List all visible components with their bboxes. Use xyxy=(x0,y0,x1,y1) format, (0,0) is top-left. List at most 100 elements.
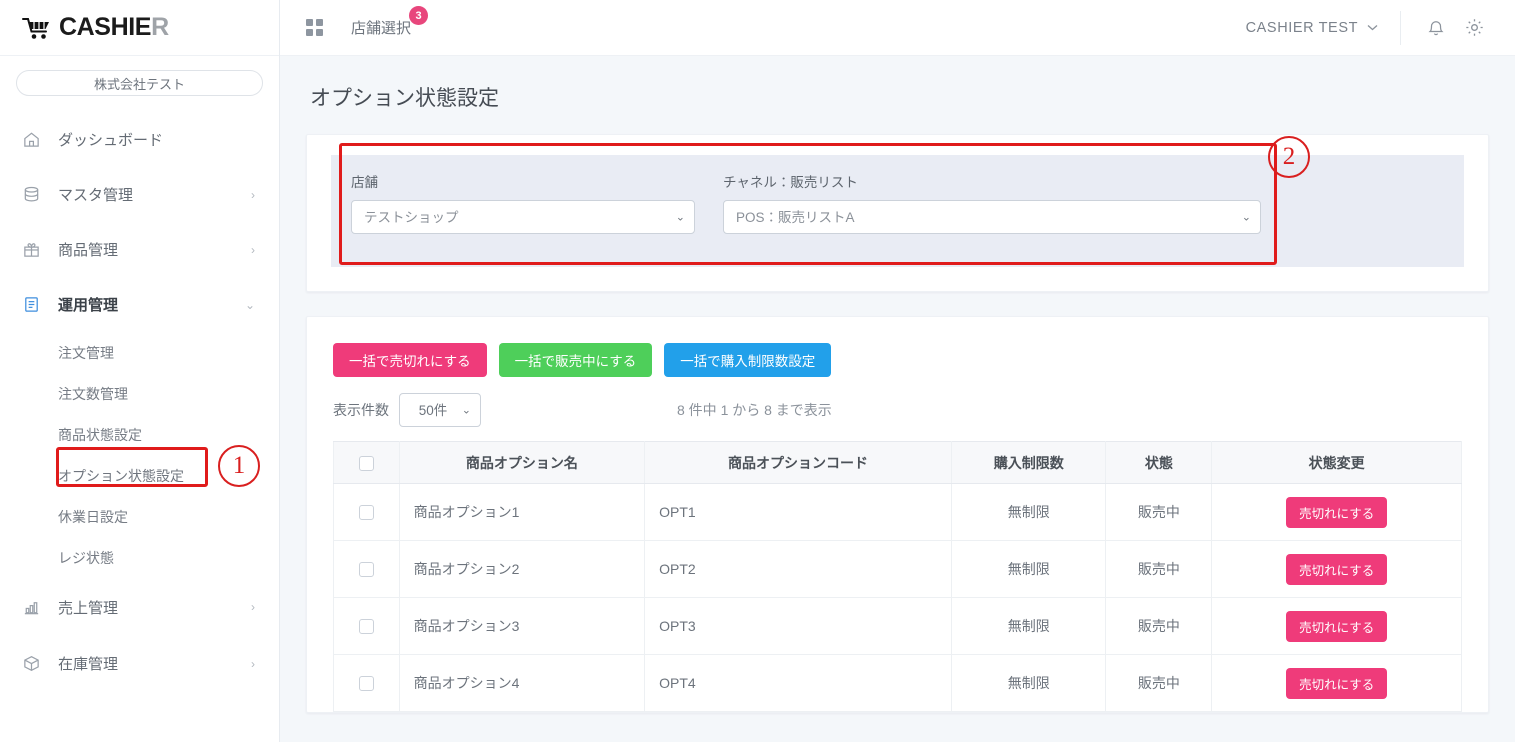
store-field: 店舗 テストショップ ⌄ xyxy=(351,171,695,234)
cell-option-code: OPT3 xyxy=(644,597,952,655)
channel-select-wrapper: POS：販売リストA ⌄ xyxy=(723,200,1261,234)
sidebar-item-label: ダッシュボード xyxy=(58,132,164,149)
row-checkbox[interactable] xyxy=(358,505,374,521)
cell-purchase-limit: 無制限 xyxy=(951,597,1107,655)
column-header-status-change: 状態変更 xyxy=(1211,441,1463,484)
cell-status-change: 売切れにする xyxy=(1211,540,1463,598)
cell-status: 販売中 xyxy=(1105,654,1213,712)
chevron-right-icon: › xyxy=(251,656,255,671)
sidebar: CASHIER 株式会社テスト ダッシュボード マスタ管理 › 商品管理 › 運… xyxy=(0,0,280,742)
pagination-summary: 8 件中 1 から 8 まで表示 xyxy=(677,402,832,418)
cell-status-change: 売切れにする xyxy=(1211,597,1463,655)
sidebar-item-operations[interactable]: 運用管理 ⌄ xyxy=(0,277,279,332)
bell-icon xyxy=(1428,20,1444,35)
sidebar-item-master[interactable]: マスタ管理 › xyxy=(0,167,279,222)
row-checkbox[interactable] xyxy=(358,619,374,635)
page-content: オプション状態設定 店舗 テストショップ ⌄ チャネル：販売リスト POS：販売… xyxy=(280,56,1515,742)
row-select-cell xyxy=(333,654,400,712)
column-header-purchase-limit: 購入制限数 xyxy=(951,441,1107,484)
brand-logo[interactable]: CASHIER xyxy=(0,0,279,56)
row-checkbox[interactable] xyxy=(358,676,374,692)
main-area: 店舗選択 3 CASHIER TEST オプション状態設定 店舗 テストショップ… xyxy=(280,0,1515,742)
sidebar-item-label: 売上管理 xyxy=(58,599,119,617)
column-header-option-code: 商品オプションコード xyxy=(644,441,952,484)
home-icon xyxy=(18,130,44,149)
settings-button[interactable] xyxy=(1459,13,1489,43)
per-page-select-wrapper: 50件 ⌄ xyxy=(399,393,481,427)
sidebar-subitem-label: 休業日設定 xyxy=(58,508,128,525)
company-badge[interactable]: 株式会社テスト xyxy=(16,70,263,96)
sidebar-subitem-label: 注文数管理 xyxy=(58,385,128,402)
sidebar-item-label: マスタ管理 xyxy=(58,187,134,204)
bar-chart-icon xyxy=(18,598,44,617)
sidebar-item-dashboard[interactable]: ダッシュボード xyxy=(0,112,279,167)
table-header-row: 商品オプション名 商品オプションコード 購入制限数 状態 状態変更 xyxy=(333,441,1463,484)
sidebar-item-products[interactable]: 商品管理 › xyxy=(0,222,279,277)
sidebar-item-order-management[interactable]: 注文管理 xyxy=(0,332,279,373)
store-select-label: 店舗選択 xyxy=(351,20,412,37)
cell-option-code: OPT4 xyxy=(644,654,952,712)
cell-option-code: OPT1 xyxy=(644,483,952,541)
table-body: 商品オプション1 OPT1 無制限 販売中 売切れにする 商品オプション2 OP… xyxy=(333,483,1463,712)
per-page-label: 表示件数 xyxy=(333,402,389,418)
notifications-button[interactable] xyxy=(1421,13,1451,43)
set-soldout-button[interactable]: 売切れにする xyxy=(1286,667,1388,699)
sidebar-item-product-status[interactable]: 商品状態設定 xyxy=(0,414,279,455)
column-header-option-name: 商品オプション名 xyxy=(399,441,646,484)
gear-icon xyxy=(1465,19,1483,36)
bulk-onsale-button[interactable]: 一括で販売中にする xyxy=(498,343,653,377)
table-row: 商品オプション4 OPT4 無制限 販売中 売切れにする xyxy=(333,654,1463,712)
filter-panel: 店舗 テストショップ ⌄ チャネル：販売リスト POS：販売リストA ⌄ xyxy=(331,155,1465,267)
cell-status: 販売中 xyxy=(1105,540,1213,598)
set-soldout-button[interactable]: 売切れにする xyxy=(1286,496,1388,528)
clipboard-icon xyxy=(18,295,44,314)
store-field-label: 店舗 xyxy=(351,175,378,190)
cell-option-name: 商品オプション4 xyxy=(399,654,646,712)
bulk-soldout-button[interactable]: 一括で売切れにする xyxy=(333,343,487,377)
per-page-select[interactable]: 50件 xyxy=(399,393,481,427)
gift-icon xyxy=(18,240,44,259)
app-root: CASHIER 株式会社テスト ダッシュボード マスタ管理 › 商品管理 › 運… xyxy=(0,0,1515,742)
cell-purchase-limit: 無制限 xyxy=(951,483,1107,541)
store-select-wrapper: テストショップ ⌄ xyxy=(351,200,695,234)
sidebar-item-option-status[interactable]: オプション状態設定 xyxy=(0,455,279,496)
sidebar-item-holiday-settings[interactable]: 休業日設定 xyxy=(0,496,279,537)
bulk-action-row: 一括で売切れにする 一括で販売中にする 一括で購入制限数設定 xyxy=(333,343,1462,377)
sidebar-item-sales[interactable]: 売上管理 › xyxy=(0,578,279,636)
shopping-cart-icon xyxy=(22,17,49,39)
chevron-down-icon: ⌄ xyxy=(244,297,255,312)
channel-select[interactable]: POS：販売リストA xyxy=(723,200,1261,234)
set-soldout-button[interactable]: 売切れにする xyxy=(1286,610,1388,642)
row-select-cell xyxy=(333,483,400,541)
sidebar-subitem-label: 商品状態設定 xyxy=(58,426,142,443)
list-controls: 表示件数 50件 ⌄ 8 件中 1 から 8 まで表示 xyxy=(333,393,1462,427)
cell-option-name: 商品オプション1 xyxy=(399,483,646,541)
sidebar-item-register-status[interactable]: レジ状態 xyxy=(0,537,279,578)
table-row: 商品オプション2 OPT2 無制限 販売中 売切れにする xyxy=(333,540,1463,598)
chevron-right-icon: › xyxy=(251,242,255,257)
cell-status-change: 売切れにする xyxy=(1211,654,1463,712)
cell-option-code: OPT2 xyxy=(644,540,952,598)
row-select-cell xyxy=(333,597,400,655)
channel-field-label: チャネル：販売リスト xyxy=(723,175,858,190)
row-select-cell xyxy=(333,540,400,598)
user-menu[interactable]: CASHIER TEST xyxy=(1246,20,1400,36)
select-all-checkbox[interactable] xyxy=(358,455,374,471)
top-bar: 店舗選択 3 CASHIER TEST xyxy=(280,0,1515,56)
store-select[interactable]: テストショップ xyxy=(351,200,695,234)
filter-card: 店舗 テストショップ ⌄ チャネル：販売リスト POS：販売リストA ⌄ xyxy=(306,134,1490,292)
page-title: オプション状態設定 xyxy=(310,87,499,110)
cell-purchase-limit: 無制限 xyxy=(951,540,1107,598)
row-checkbox[interactable] xyxy=(358,562,374,578)
chevron-down-icon xyxy=(1367,25,1378,31)
cell-status: 販売中 xyxy=(1105,483,1213,541)
set-soldout-button[interactable]: 売切れにする xyxy=(1286,553,1388,585)
store-select-button[interactable]: 店舗選択 3 xyxy=(351,6,429,38)
sidebar-item-label: 在庫管理 xyxy=(58,656,119,673)
sidebar-item-order-count[interactable]: 注文数管理 xyxy=(0,373,279,414)
column-header-status: 状態 xyxy=(1105,441,1213,484)
sidebar-item-inventory[interactable]: 在庫管理 › xyxy=(0,636,279,691)
bulk-purchase-limit-button[interactable]: 一括で購入制限数設定 xyxy=(664,343,832,377)
apps-grid-icon[interactable] xyxy=(306,19,323,36)
cell-option-name: 商品オプション2 xyxy=(399,540,646,598)
